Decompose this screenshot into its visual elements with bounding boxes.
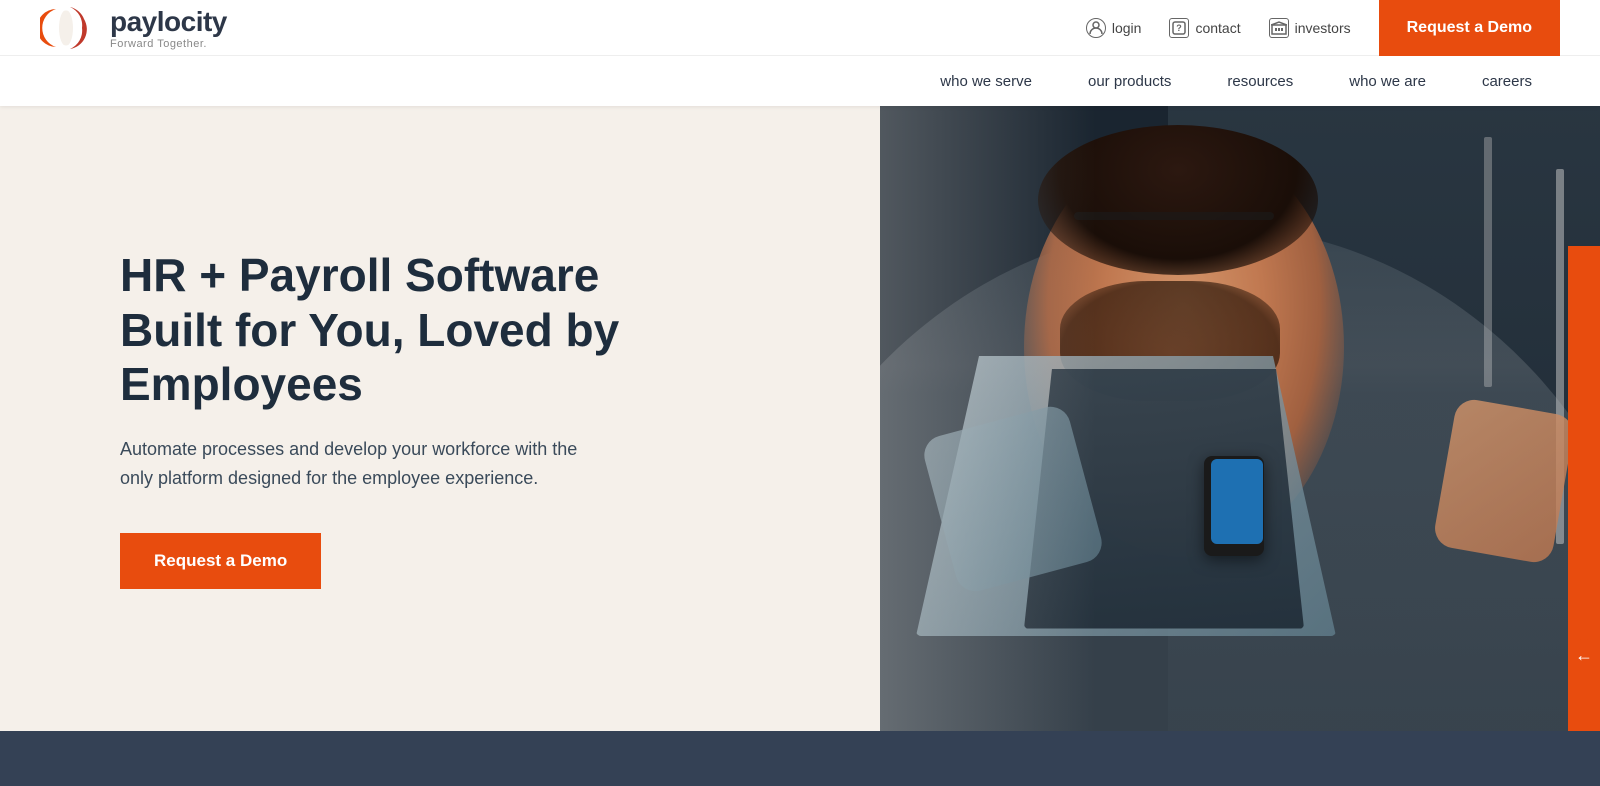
logo-icon bbox=[40, 0, 98, 57]
site-header: paylocity Forward Together. login bbox=[0, 0, 1600, 106]
login-label: login bbox=[1112, 20, 1142, 36]
svg-text:?: ? bbox=[1177, 23, 1183, 33]
nav-careers[interactable]: careers bbox=[1454, 56, 1560, 106]
hero-subtitle: Automate processes and develop your work… bbox=[120, 435, 580, 493]
hero-title: HR + Payroll Software Built for You, Lov… bbox=[120, 248, 640, 411]
nav-our-products[interactable]: our products bbox=[1060, 56, 1199, 106]
building-icon bbox=[1269, 18, 1289, 38]
hero-section: HR + Payroll Software Built for You, Lov… bbox=[0, 106, 1600, 731]
header-top-right: login ? contact bbox=[1086, 0, 1560, 56]
request-demo-hero-button[interactable]: Request a Demo bbox=[120, 533, 321, 589]
logo-name: paylocity bbox=[110, 6, 227, 38]
footer-strip bbox=[0, 731, 1600, 786]
question-icon: ? bbox=[1169, 18, 1189, 38]
nav-resources[interactable]: resources bbox=[1199, 56, 1321, 106]
main-navigation: who we serve our products resources who … bbox=[0, 56, 1600, 106]
logo-tagline: Forward Together. bbox=[110, 38, 227, 50]
header-top-bar: paylocity Forward Together. login bbox=[0, 0, 1600, 56]
investors-link[interactable]: investors bbox=[1269, 18, 1351, 38]
nav-who-we-are[interactable]: who we are bbox=[1321, 56, 1454, 106]
login-link[interactable]: login bbox=[1086, 18, 1142, 38]
nav-who-we-serve[interactable]: who we serve bbox=[912, 56, 1060, 106]
contact-label: contact bbox=[1195, 20, 1240, 36]
contact-link[interactable]: ? contact bbox=[1169, 18, 1240, 38]
logo-text: paylocity Forward Together. bbox=[110, 6, 227, 50]
logo[interactable]: paylocity Forward Together. bbox=[40, 0, 227, 57]
request-demo-header-button[interactable]: Request a Demo bbox=[1379, 0, 1560, 56]
hero-image: ← bbox=[880, 106, 1600, 731]
left-arrow-icon: ← bbox=[1575, 645, 1593, 666]
hero-content: HR + Payroll Software Built for You, Lov… bbox=[0, 106, 880, 731]
scroll-left-button[interactable]: ← bbox=[1568, 639, 1600, 671]
investors-label: investors bbox=[1295, 20, 1351, 36]
person-icon bbox=[1086, 18, 1106, 38]
